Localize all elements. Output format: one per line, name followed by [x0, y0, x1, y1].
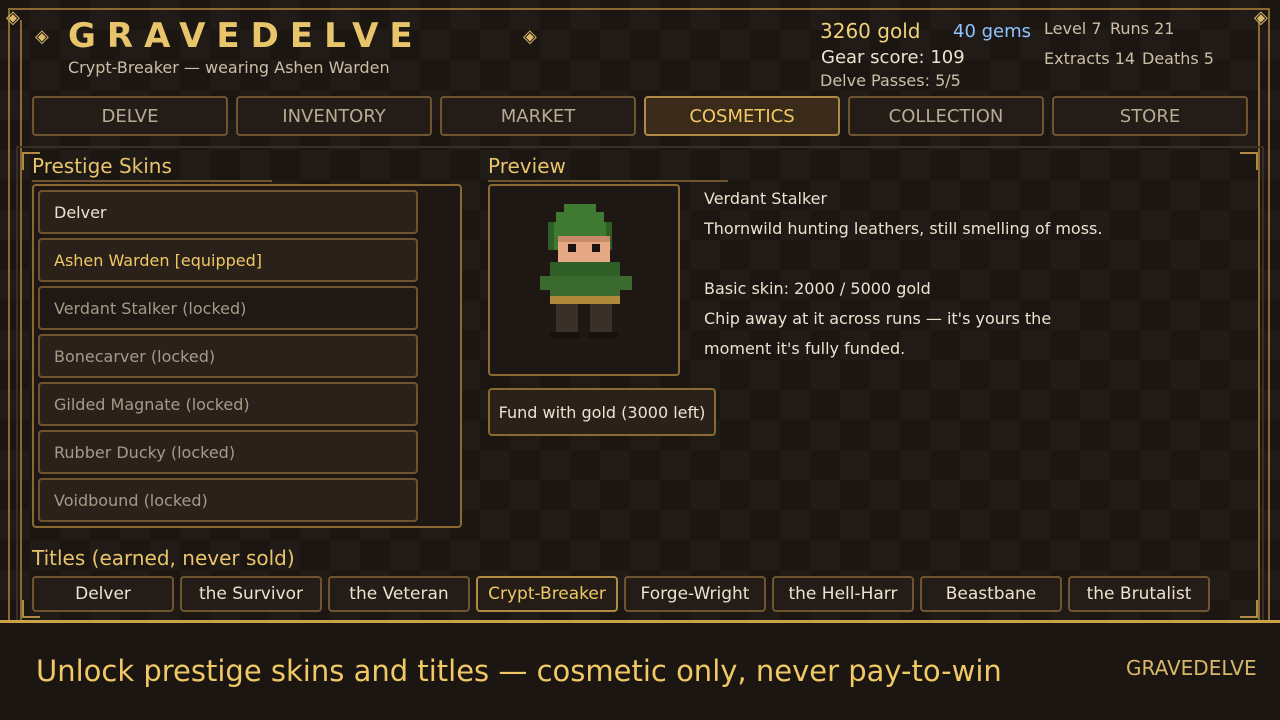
skin-item-verdant-stalker[interactable]: Verdant Stalker (locked) [38, 286, 418, 330]
title-chip-delver[interactable]: Delver [32, 576, 174, 612]
character-sprite-icon [540, 204, 632, 338]
runs-count: Runs 21 [1110, 19, 1175, 38]
extracts-count: Extracts 14 [1044, 49, 1136, 68]
corner-diamond-icon: ◈ [6, 7, 20, 28]
title-chip-the-survivor[interactable]: the Survivor [180, 576, 322, 612]
preview-note-line2: moment it's fully funded. [704, 339, 906, 358]
panel-corner-ornament [1240, 152, 1258, 170]
tab-inventory[interactable]: INVENTORY [236, 96, 432, 136]
skin-item-gilded-magnate[interactable]: Gilded Magnate (locked) [38, 382, 418, 426]
skin-item-bonecarver[interactable]: Bonecarver (locked) [38, 334, 418, 378]
fund-with-gold-button[interactable]: Fund with gold (3000 left) [488, 388, 716, 436]
preview-skin-name: Verdant Stalker [704, 189, 828, 208]
skin-item-rubber-ducky[interactable]: Rubber Ducky (locked) [38, 430, 418, 474]
title-diamond-icon: ◈ [35, 26, 49, 47]
gems-counter: 40 gems [953, 21, 1032, 42]
prestige-skins-heading: Prestige Skins [32, 154, 272, 182]
preview-heading-text: Preview [488, 154, 566, 178]
skin-preview-frame [488, 184, 680, 376]
tab-cosmetics[interactable]: COSMETICS [644, 96, 840, 136]
gear-score: Gear score: 109 [821, 47, 965, 68]
tab-collection[interactable]: COLLECTION [848, 96, 1044, 136]
preview-skin-description: Thornwild hunting leathers, still smelli… [704, 219, 1103, 238]
tab-market[interactable]: MARKET [440, 96, 636, 136]
preview-note-line1: Chip away at it across runs — it's yours… [704, 309, 1052, 328]
heading-underline [32, 180, 272, 182]
player-level: Level 7 [1044, 19, 1102, 38]
corner-diamond-icon: ◈ [1254, 7, 1268, 28]
header-diamond-icon: ◈ [523, 26, 537, 47]
panel-corner-ornament [1240, 600, 1258, 618]
tab-delve[interactable]: DELVE [32, 96, 228, 136]
preview-heading: Preview [488, 154, 728, 182]
skin-item-ashen-warden[interactable]: Ashen Warden [equipped] [38, 238, 418, 282]
skin-item-voidbound[interactable]: Voidbound (locked) [38, 478, 418, 522]
title-chip-the-brutalist[interactable]: the Brutalist [1068, 576, 1210, 612]
footer-brand: GRAVEDELVE [1126, 656, 1257, 680]
skin-item-delver[interactable]: Delver [38, 190, 418, 234]
prestige-skins-heading-text: Prestige Skins [32, 154, 172, 178]
title-chip-the-veteran[interactable]: the Veteran [328, 576, 470, 612]
heading-underline [488, 180, 728, 182]
footer-tagline: Unlock prestige skins and titles — cosme… [36, 654, 1002, 688]
title-chip-beastbane[interactable]: Beastbane [920, 576, 1062, 612]
title-chip-the-hell-harr[interactable]: the Hell-Harr [772, 576, 914, 612]
title-chip-crypt-breaker[interactable]: Crypt-Breaker [476, 576, 618, 612]
titles-heading: Titles (earned, never sold) [32, 546, 295, 570]
gold-counter: 3260 gold [820, 19, 921, 43]
preview-skin-price: Basic skin: 2000 / 5000 gold [704, 279, 931, 298]
title-chip-forge-wright[interactable]: Forge-Wright [624, 576, 766, 612]
tab-store[interactable]: STORE [1052, 96, 1248, 136]
delve-passes: Delve Passes: 5/5 [820, 71, 961, 90]
deaths-count: Deaths 5 [1142, 49, 1214, 68]
game-title: GRAVEDELVE [68, 16, 424, 56]
player-subtitle: Crypt-Breaker — wearing Ashen Warden [68, 58, 390, 77]
